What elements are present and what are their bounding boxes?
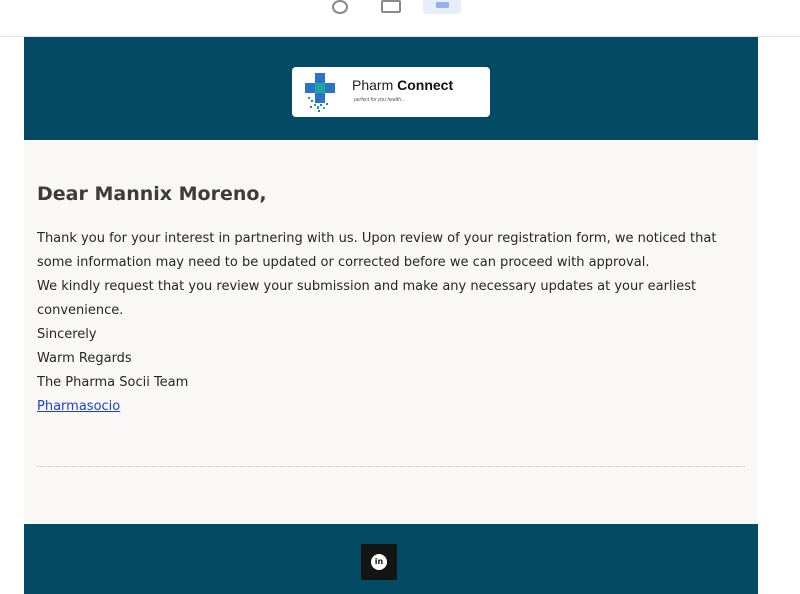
- signature-link[interactable]: Pharmasocio: [37, 399, 120, 414]
- email-content: Dear Mannix Moreno, Thank you for your i…: [37, 180, 747, 419]
- email-body: Pharm Connect perfect for you health... …: [24, 37, 758, 594]
- brand-name-regular: Pharm: [352, 77, 398, 93]
- closing-sincerely: Sincerely: [37, 327, 97, 342]
- brand-logo: Pharm Connect perfect for you health...: [292, 67, 490, 117]
- brand-name-bold: Connect: [397, 77, 454, 93]
- divider: [37, 466, 745, 467]
- message-paragraph-1: Thank you for your interest in partnerin…: [37, 231, 717, 270]
- brand-tagline: perfect for you health...: [354, 97, 406, 103]
- message-paragraph-2: We kindly request that you review your s…: [37, 279, 697, 318]
- greeting-heading: Dear Mannix Moreno,: [37, 183, 267, 205]
- linkedin-button[interactable]: in: [361, 544, 397, 580]
- medical-cross-icon: [305, 73, 335, 112]
- toolbar: [0, 0, 800, 37]
- message-icon[interactable]: [376, 0, 406, 14]
- team-signature: The Pharma Socii Team: [37, 375, 189, 390]
- brand-name: Pharm Connect: [352, 77, 453, 93]
- email-header-band: Pharm Connect perfect for you health...: [24, 37, 758, 140]
- circle-icon[interactable]: [327, 0, 353, 14]
- closing-regards: Warm Regards: [37, 351, 132, 366]
- email-message: Thank you for your interest in partnerin…: [37, 227, 747, 419]
- email-footer-band: in: [24, 524, 758, 594]
- linkedin-icon: in: [371, 554, 387, 570]
- highlighted-toolbar-icon[interactable]: [423, 0, 461, 14]
